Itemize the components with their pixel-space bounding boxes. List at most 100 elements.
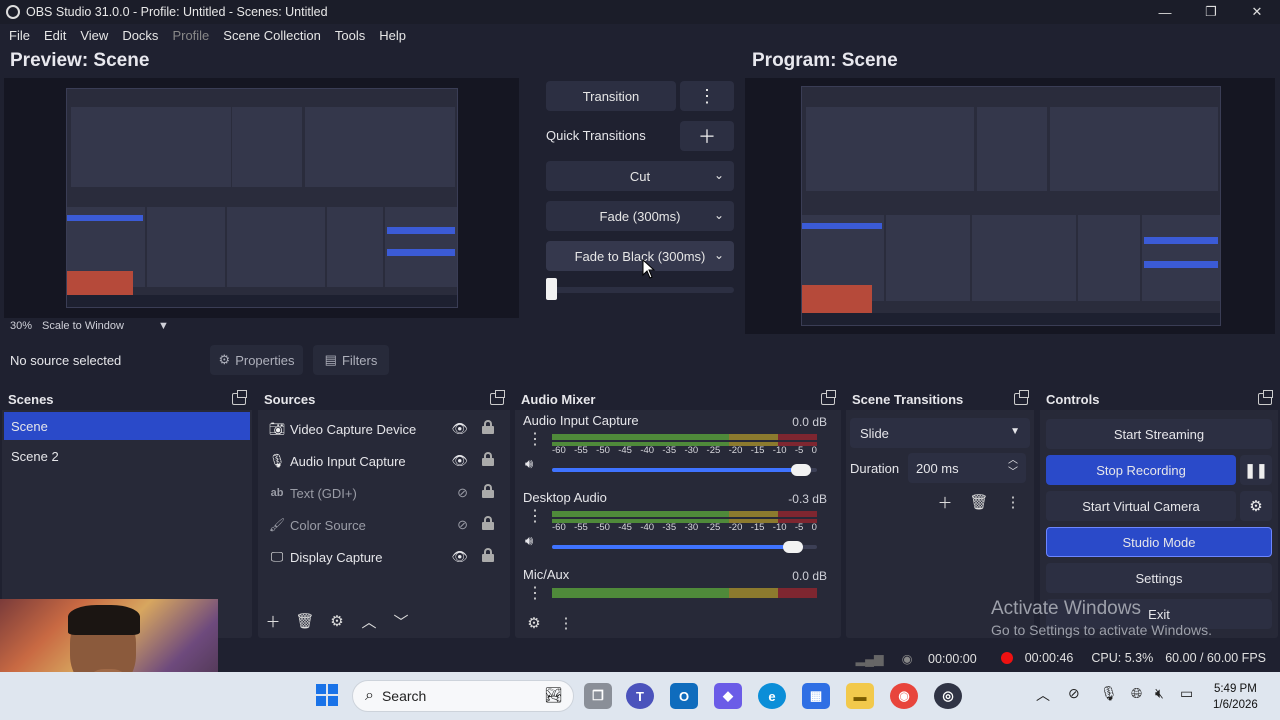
t-bar-track[interactable]	[546, 287, 734, 293]
trash-icon[interactable]: 🗑︎	[294, 610, 316, 632]
undock-icon[interactable]	[1258, 390, 1273, 405]
controls-header: Controls	[1040, 388, 1278, 410]
lock-icon[interactable]	[482, 484, 494, 498]
eye-hidden-icon[interactable]: ⊘	[457, 517, 468, 533]
scale-dropdown-icon[interactable]: ▼	[158, 320, 169, 332]
studio-mode-button[interactable]: Studio Mode	[1046, 527, 1272, 557]
source-item[interactable]: 🖵︎ Display Capture 👁︎	[258, 541, 510, 573]
globe-icon[interactable]: 🌐︎	[1131, 685, 1142, 702]
undock-icon[interactable]	[490, 390, 505, 405]
pause-recording-button[interactable]: ❚❚	[1240, 455, 1272, 485]
source-label: Text (GDI+)	[290, 485, 357, 501]
quick-transition-fade-to-black[interactable]: Fade to Black (300ms) ⌄	[546, 241, 734, 271]
search-highlight-icon: 🏞︎	[543, 687, 563, 704]
t-bar-handle[interactable]	[546, 278, 557, 300]
transition-select[interactable]: Slide ▼	[850, 418, 1030, 448]
eye-icon[interactable]: 👁︎	[451, 421, 468, 437]
undock-icon[interactable]	[821, 390, 836, 405]
properties-button[interactable]: ⚙ Properties	[210, 345, 303, 375]
move-down-icon[interactable]: ﹀	[390, 610, 412, 632]
store-icon[interactable]: ▦	[802, 683, 830, 709]
eye-hidden-icon[interactable]: ⊘	[457, 485, 468, 501]
source-properties-gear-icon[interactable]: ⚙	[326, 610, 348, 632]
volume-slider[interactable]	[552, 464, 811, 476]
close-button[interactable]: ✕	[1234, 0, 1280, 24]
task-view-icon[interactable]: ❐	[584, 683, 612, 709]
microphone-tray-icon[interactable]: 🎙︎	[1100, 685, 1118, 702]
lock-icon[interactable]	[482, 548, 494, 562]
lock-icon[interactable]	[482, 516, 494, 530]
start-virtual-camera-button[interactable]: Start Virtual Camera	[1046, 491, 1236, 521]
add-source-button[interactable]: ＋	[262, 610, 284, 632]
minimize-button[interactable]: —	[1142, 0, 1188, 24]
source-item[interactable]: 🎙︎ Audio Input Capture 👁︎	[258, 445, 510, 477]
obs-taskbar-icon[interactable]: ◎	[934, 683, 962, 709]
menu-tools[interactable]: Tools	[328, 28, 372, 43]
chrome-icon[interactable]: ◉	[890, 683, 918, 709]
kebab-icon[interactable]: ⋮	[527, 509, 543, 525]
volume-knob[interactable]	[783, 541, 803, 553]
transition-menu-kebab-icon[interactable]: ⋮	[1002, 491, 1024, 513]
outlook-icon[interactable]: O	[670, 683, 698, 709]
transition-button[interactable]: Transition	[546, 81, 676, 111]
eye-icon[interactable]: 👁︎	[451, 549, 468, 565]
source-item[interactable]: 🖌︎ Color Source ⊘	[258, 509, 510, 541]
volume-slider[interactable]	[552, 541, 803, 553]
volume-knob[interactable]	[791, 464, 811, 476]
trash-icon[interactable]: 🗑︎	[968, 491, 990, 513]
transition-menu-button[interactable]: ⋮	[680, 81, 734, 111]
add-transition-button[interactable]: ＋	[934, 491, 956, 513]
record-dot-icon	[1000, 652, 1013, 664]
menu-docks[interactable]: Docks	[115, 28, 165, 43]
taskbar-search[interactable]: ⌕ Search 🏞︎	[352, 680, 574, 712]
gear-icon: ⚙	[1249, 498, 1263, 515]
add-quick-transition-button[interactable]: ＋	[680, 121, 734, 151]
mixer-settings-gear-icon[interactable]: ⚙	[523, 612, 545, 634]
move-up-icon[interactable]: ︿	[358, 610, 380, 632]
menu-view[interactable]: View	[73, 28, 115, 43]
kebab-icon[interactable]: ⋮	[527, 586, 543, 602]
menu-scene-collection[interactable]: Scene Collection	[216, 28, 328, 43]
network-icon[interactable]: ⊘	[1068, 685, 1080, 702]
taskbar-clock[interactable]: 5:49 PM 1/6/2026	[1213, 681, 1258, 713]
menu-help[interactable]: Help	[372, 28, 413, 43]
filters-label: Filters	[341, 352, 378, 368]
undock-icon[interactable]	[232, 390, 247, 405]
quick-transition-fade[interactable]: Fade (300ms) ⌄	[546, 201, 734, 231]
spin-arrows-icon[interactable]: ︿ ﹀	[1008, 455, 1018, 479]
scene-item[interactable]: Scene 2	[4, 442, 250, 470]
windows-start-icon[interactable]	[316, 684, 338, 706]
menu-edit[interactable]: Edit	[37, 28, 73, 43]
maximize-button[interactable]: ❐	[1188, 0, 1234, 24]
menu-file[interactable]: File	[2, 28, 37, 43]
speaker-icon[interactable]: 🔊︎	[525, 456, 533, 472]
eye-icon[interactable]: 👁︎	[451, 453, 468, 469]
filters-button[interactable]: ▤ Filters	[313, 345, 389, 375]
duration-spinbox[interactable]: 200 ms ︿ ﹀	[908, 453, 1026, 483]
lock-icon[interactable]	[482, 420, 494, 434]
quick-transition-cut[interactable]: Cut ⌄	[546, 161, 734, 191]
scene-transitions-header: Scene Transitions	[846, 388, 1034, 410]
source-item[interactable]: 📷︎ Video Capture Device 👁︎	[258, 413, 510, 445]
menu-profile[interactable]: Profile	[165, 28, 216, 43]
mixer-menu-kebab-icon[interactable]: ⋮	[555, 612, 577, 634]
preview-canvas[interactable]	[4, 78, 519, 318]
volume-muted-icon[interactable]: 🔇︎	[1155, 685, 1164, 702]
virtual-camera-settings-button[interactable]: ⚙	[1240, 491, 1272, 521]
kebab-icon[interactable]: ⋮	[527, 432, 543, 448]
settings-button[interactable]: Settings	[1046, 563, 1272, 593]
start-streaming-button[interactable]: Start Streaming	[1046, 419, 1272, 449]
file-explorer-icon[interactable]: ▬	[846, 683, 874, 709]
copilot-icon[interactable]: ◆	[714, 683, 742, 709]
edge-icon[interactable]: e	[758, 683, 786, 709]
scene-item[interactable]: Scene	[4, 412, 250, 440]
stop-recording-button[interactable]: Stop Recording	[1046, 455, 1236, 485]
source-item[interactable]: ab Text (GDI+) ⊘	[258, 477, 510, 509]
speaker-icon[interactable]: 🔊︎	[525, 533, 533, 549]
battery-icon[interactable]: ▭	[1180, 685, 1193, 702]
scale-mode-select[interactable]: Scale to Window	[42, 320, 124, 332]
tray-chevron-icon[interactable]: ︿	[1036, 685, 1050, 705]
undock-icon[interactable]	[1014, 390, 1029, 405]
lock-icon[interactable]	[482, 452, 494, 466]
teams-icon[interactable]: T	[626, 683, 654, 709]
